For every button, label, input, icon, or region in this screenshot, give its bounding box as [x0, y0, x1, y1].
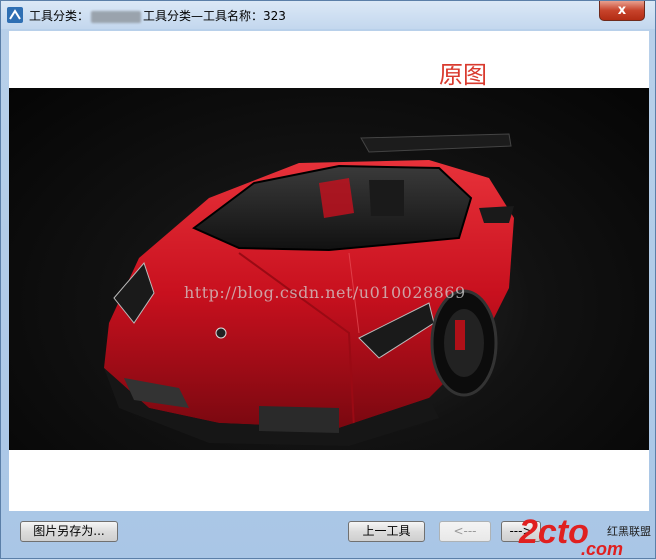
previous-image-button[interactable]: <---: [439, 521, 491, 542]
image-caption: 原图: [439, 61, 487, 89]
window-title: 工具分类： 工具分类—工具名称：323: [29, 7, 286, 24]
logo-domain: .com: [581, 539, 623, 559]
app-icon: [7, 7, 23, 23]
title-suffix: 工具分类—工具名称：323: [143, 9, 286, 23]
tool-image-dialog: 工具分类： 工具分类—工具名称：323 x 原图 http://blog.csd…: [0, 0, 656, 559]
close-button[interactable]: x: [599, 1, 645, 21]
title-bar[interactable]: 工具分类： 工具分类—工具名称：323 x: [1, 1, 655, 29]
car-photo: http://blog.csdn.net/u010028869: [9, 88, 649, 450]
car-illustration: [104, 133, 514, 446]
logo-tagline: 红黑联盟: [607, 525, 651, 538]
watermark-text: http://blog.csdn.net/u010028869: [184, 283, 466, 302]
redacted-category: [91, 10, 142, 23]
image-panel: 原图 http://blog.csdn.net/u010028869: [9, 31, 649, 511]
logo-brand: 2cto: [518, 513, 589, 551]
save-image-as-button[interactable]: 图片另存为...: [20, 521, 118, 542]
previous-tool-button[interactable]: 上一工具: [348, 521, 425, 542]
close-icon: x: [617, 3, 627, 18]
title-prefix: 工具分类：: [29, 9, 90, 23]
site-logo: 2cto .com 红黑联盟: [518, 513, 651, 559]
